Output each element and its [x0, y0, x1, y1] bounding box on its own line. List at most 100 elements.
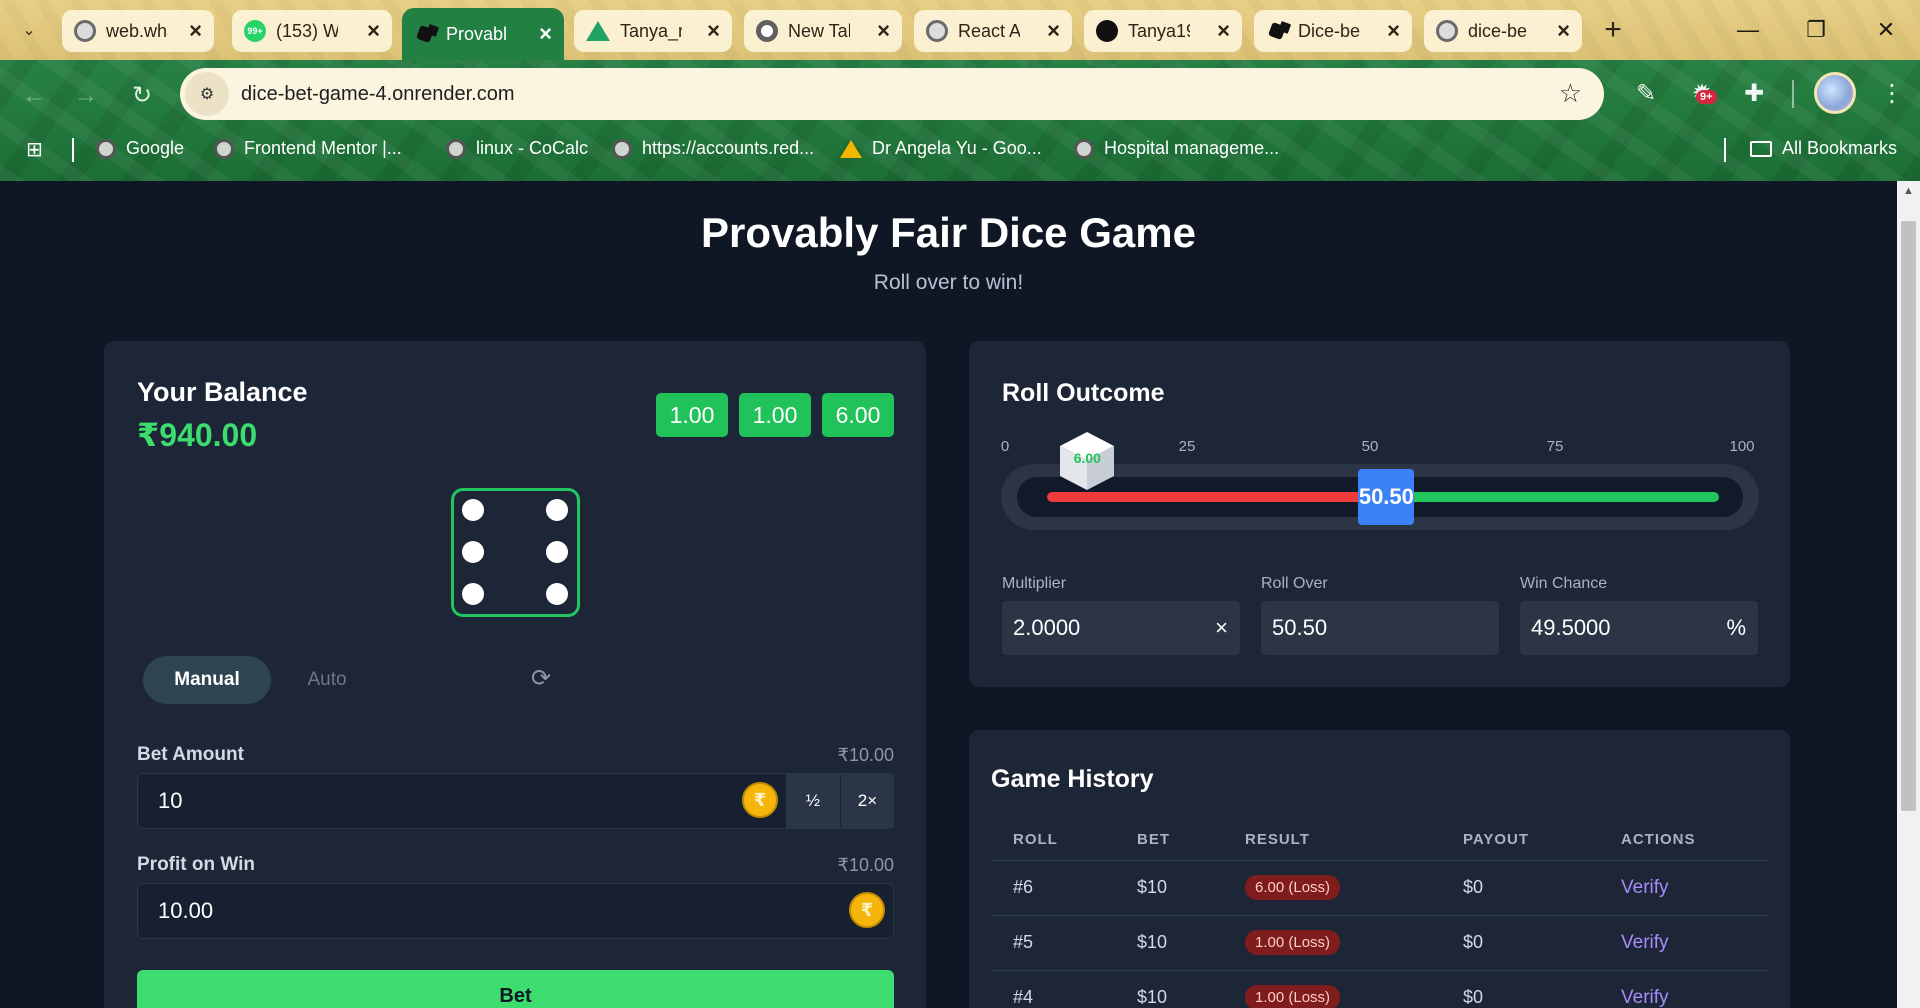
tab-search-button[interactable]: ⌄ — [10, 12, 48, 48]
multiplier-input[interactable]: 2.0000 × — [1002, 601, 1240, 655]
tab-react-app[interactable]: React A × — [914, 10, 1072, 52]
bookmark-label: Frontend Mentor |... — [244, 138, 402, 158]
win-chance-value[interactable]: 49.5000 — [1531, 615, 1611, 640]
close-icon: ✕ — [1876, 17, 1896, 42]
apps-grid-icon[interactable]: ⊞ — [26, 139, 48, 161]
table-row: #4 $10 1.00 (Loss) $0 Verify — [991, 970, 1769, 1008]
bookmark-frontend-mentor[interactable]: Frontend Mentor |... — [214, 138, 402, 159]
forward-button[interactable]: → — [68, 78, 104, 114]
tab-title: Tanya19 — [1128, 20, 1190, 41]
toolbar: ← → ↻ ⚙ dice-bet-game-4.onrender.com ☆ ✎… — [0, 60, 1920, 130]
mode-manual-tab[interactable]: Manual — [143, 656, 271, 704]
all-bookmarks-label: All Bookmarks — [1782, 138, 1898, 158]
tab-title: (153) W — [276, 20, 338, 41]
close-icon[interactable]: × — [189, 18, 202, 44]
last-roll-label: 6.00 — [1073, 450, 1101, 466]
profit-on-win-value: 10.00 — [158, 898, 214, 923]
roll-cell: #4 — [991, 970, 1115, 1008]
scroll-up-arrow-icon[interactable]: ▲ — [1897, 185, 1920, 197]
minimize-button[interactable]: — — [1728, 12, 1768, 48]
page-title: Provably Fair Dice Game — [701, 209, 1196, 256]
bookmark-label: Google — [126, 138, 185, 158]
globe-icon — [1436, 20, 1458, 42]
actions-cell: Verify — [1599, 970, 1769, 1008]
table-row: #5 $10 1.00 (Loss) $0 Verify — [991, 915, 1769, 971]
restore-button[interactable]: ❐ — [1796, 12, 1836, 48]
close-icon[interactable]: × — [707, 18, 720, 44]
new-tab-button[interactable]: + — [1596, 14, 1630, 48]
tab-whatsapp[interactable]: 99+ (153) W × — [232, 10, 392, 52]
bookmark-hospital[interactable]: Hospital manageme... — [1074, 138, 1279, 159]
tab-github[interactable]: Tanya19 × — [1084, 10, 1242, 52]
close-icon[interactable]: × — [1557, 18, 1570, 44]
slider-tick-label: 50 — [1361, 438, 1379, 455]
url-text[interactable]: dice-bet-game-4.onrender.com — [241, 83, 514, 106]
whatsapp-icon: 99+ — [244, 20, 266, 42]
multiplier-label: Multiplier — [1002, 575, 1067, 592]
roll-over-label: Roll Over — [1261, 575, 1328, 592]
mode-auto-tab[interactable]: Auto — [282, 656, 372, 704]
tab-title: Dice-be — [1298, 20, 1360, 41]
tab-dice-bet-2[interactable]: dice-be × — [1424, 10, 1582, 52]
dice-pip — [462, 541, 484, 563]
site-info-button[interactable]: ⚙ — [185, 72, 229, 116]
address-bar[interactable]: ⚙ dice-bet-game-4.onrender.com ☆ — [180, 68, 1604, 120]
loss-badge: 6.00 (Loss) — [1245, 875, 1341, 900]
verify-link[interactable]: Verify — [1621, 932, 1669, 953]
column-header: PAYOUT — [1441, 820, 1599, 861]
tab-provably-fair[interactable]: Provabl × — [402, 8, 564, 60]
verify-link[interactable]: Verify — [1621, 987, 1669, 1008]
tab-drive[interactable]: Tanya_re × — [574, 10, 732, 52]
all-bookmarks[interactable]: All Bookmarks — [1750, 138, 1897, 159]
reload-button[interactable]: ↻ — [124, 78, 160, 114]
eyedropper-icon[interactable]: ✎ — [1626, 74, 1666, 114]
refresh-icon[interactable]: ⟳ — [526, 664, 556, 694]
game-history-panel: Game History ROLL BET RESULT PAYOUT ACTI… — [969, 730, 1790, 1008]
balance-value: ₹940.00 — [137, 417, 258, 453]
win-chance-suffix: % — [1726, 615, 1746, 640]
win-range-bar — [1386, 492, 1719, 502]
close-icon[interactable]: × — [1217, 18, 1230, 44]
globe-icon — [214, 138, 234, 159]
bet-amount-input[interactable]: 10 ₹ ½ 2× — [137, 773, 894, 829]
half-bet-button[interactable]: ½ — [786, 774, 840, 828]
tab-title: New Tal — [788, 20, 850, 41]
close-icon[interactable]: × — [367, 18, 380, 44]
bookmark-google[interactable]: Google — [96, 138, 184, 159]
bookmark-star-icon[interactable]: ☆ — [1559, 78, 1582, 109]
bookmark-angela-yu[interactable]: Dr Angela Yu - Goo... — [840, 138, 1042, 159]
minimize-icon: — — [1737, 17, 1759, 42]
column-header: RESULT — [1223, 820, 1441, 861]
bet-amount-value[interactable]: 10 — [158, 788, 182, 814]
bookmark-cocalc[interactable]: linux - CoCalc — [446, 138, 588, 159]
profit-on-win-label: Profit on Win — [137, 854, 256, 875]
close-icon[interactable]: × — [539, 21, 552, 47]
tab-new-tab[interactable]: New Tal × — [744, 10, 902, 52]
roll-over-input[interactable]: 50.50 — [1261, 601, 1499, 655]
bet-cell: $10 — [1115, 860, 1223, 916]
toolbar-divider — [1792, 80, 1794, 108]
multiplier-value[interactable]: 2.0000 — [1013, 615, 1080, 640]
menu-kebab-icon[interactable]: ⋮ — [1872, 74, 1912, 114]
tab-dice-bet[interactable]: Dice-be × — [1254, 10, 1412, 52]
scroll-thumb[interactable] — [1901, 221, 1916, 811]
extensions-puzzle-icon[interactable]: ✚ — [1734, 74, 1774, 114]
win-chance-input[interactable]: 49.5000 % — [1520, 601, 1758, 655]
close-icon[interactable]: × — [877, 18, 890, 44]
bet-button[interactable]: Bet — [137, 970, 894, 1008]
back-button[interactable]: ← — [16, 78, 52, 114]
double-bet-button[interactable]: 2× — [840, 774, 894, 828]
bookmark-label: linux - CoCalc — [476, 138, 589, 158]
close-window-button[interactable]: ✕ — [1866, 12, 1906, 48]
profile-avatar[interactable] — [1814, 72, 1856, 114]
close-icon[interactable]: × — [1047, 18, 1060, 44]
close-icon[interactable]: × — [1387, 18, 1400, 44]
page-scrollbar[interactable]: ▲ — [1897, 181, 1920, 1008]
tab-web-whatsapp[interactable]: web.wha × — [62, 10, 214, 52]
roll-over-handle[interactable]: 50.50 — [1358, 469, 1415, 525]
result-cell: 1.00 (Loss) — [1223, 970, 1441, 1008]
bookmark-accounts[interactable]: https://accounts.red... — [612, 138, 814, 159]
verify-link[interactable]: Verify — [1621, 877, 1669, 898]
roll-over-value[interactable]: 50.50 — [1272, 615, 1327, 640]
dice-pip — [546, 583, 568, 605]
